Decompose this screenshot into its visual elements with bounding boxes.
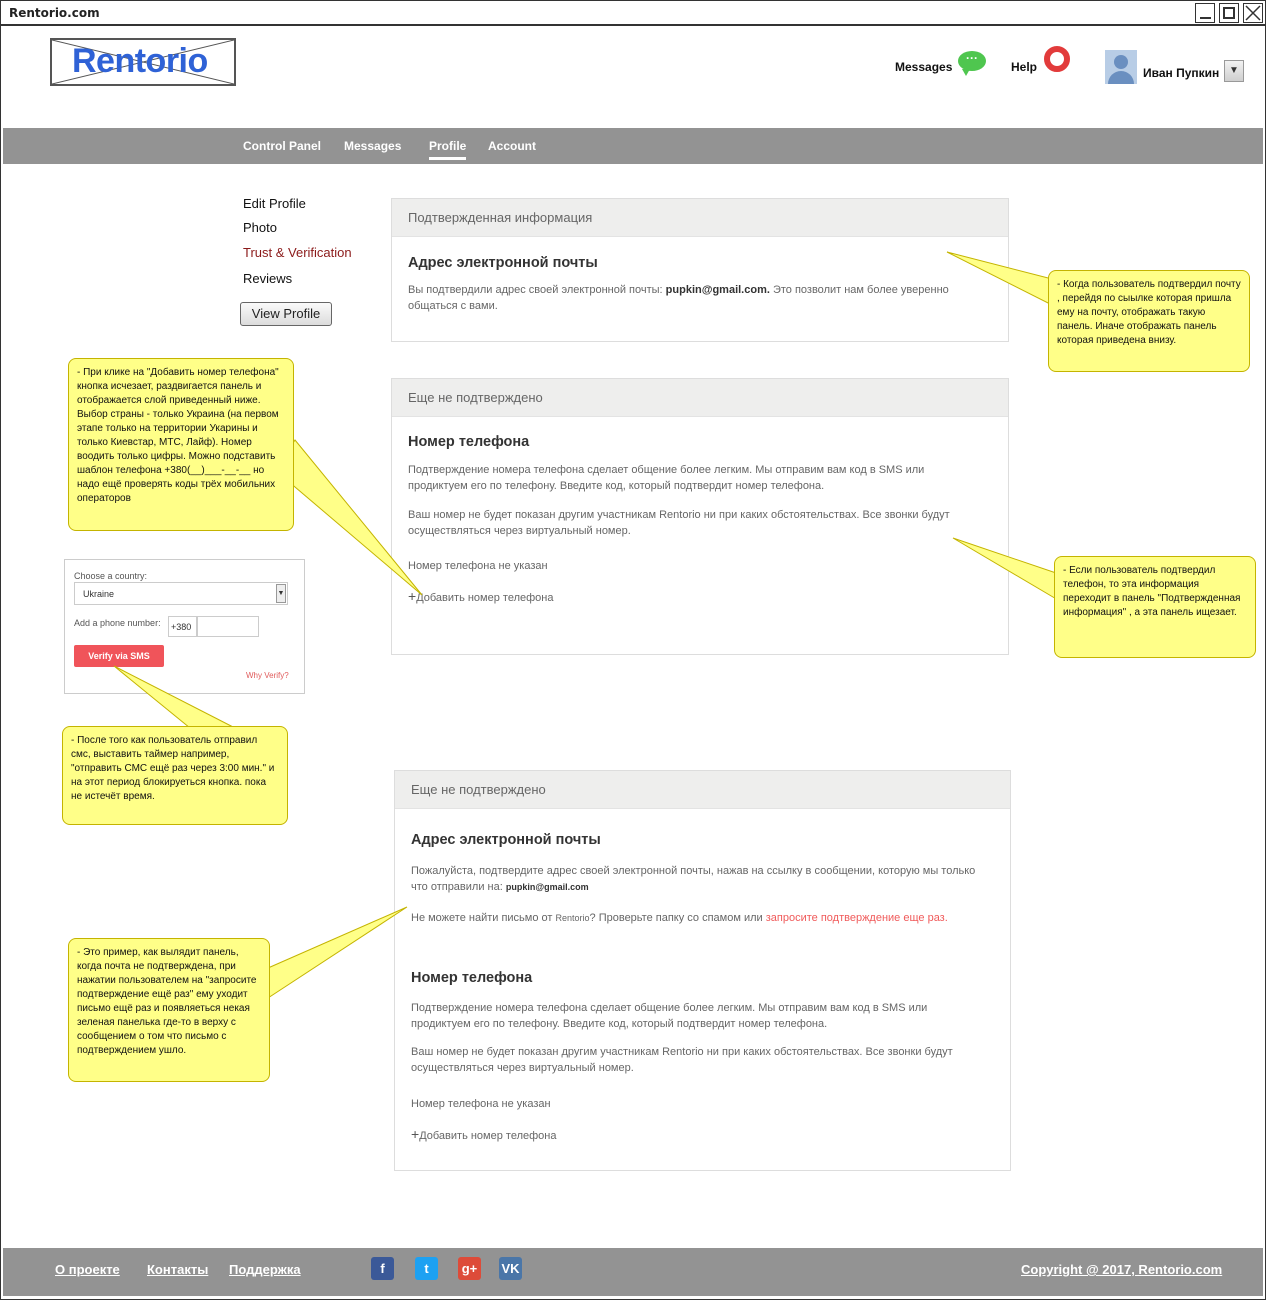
resend-confirmation-link[interactable]: запросите подтверждение еще раз. [766, 912, 948, 924]
phone-text-1: Подтверждение номера телефона сделает об… [408, 464, 925, 492]
phone-title: Номер телефона [408, 434, 530, 450]
country-value: Ukraine [83, 589, 115, 599]
example-email-text: Пожалуйста, подтвердите адрес своей элек… [411, 863, 981, 895]
verify-phone-widget: Choose a country: Ukraine ▼ Add a phone … [64, 559, 305, 694]
verified-email-text: Вы подтвердили адрес своей электронной п… [408, 282, 968, 314]
window-titlebar: Rentorio.com [0, 0, 1266, 26]
main-nav: Control Panel Messages Profile Account [3, 128, 1263, 164]
user-menu-dropdown[interactable]: ▼ [1224, 60, 1244, 82]
callout-add-phone-note: - При клике на "Добавить номер телефона"… [68, 358, 294, 531]
google-plus-icon[interactable]: g+ [458, 1257, 481, 1280]
footer-about-link[interactable]: О проекте [55, 1262, 120, 1277]
nav-active-indicator [429, 157, 466, 160]
vk-icon[interactable]: VK [499, 1257, 522, 1280]
window-title: Rentorio.com [9, 6, 100, 20]
sidebar-item-reviews[interactable]: Reviews [243, 271, 292, 286]
footer-copyright: Copyright @ 2017, Rentorio.com [1021, 1262, 1223, 1277]
verified-email-text-before: Вы подтвердили адрес своей электронной п… [408, 284, 666, 296]
phone-number-input[interactable] [197, 616, 259, 637]
example-panel-header: Еще не подтверждено [395, 771, 1010, 809]
avatar[interactable] [1105, 50, 1137, 84]
phone-prefix: +380 [168, 616, 197, 637]
nav-messages[interactable]: Messages [344, 139, 401, 153]
chevron-down-icon: ▼ [276, 584, 286, 603]
verified-panel-header: Подтвержденная информация [392, 199, 1008, 237]
header-help-link[interactable]: Help [1011, 60, 1037, 74]
logo-text: Rentorio [72, 42, 208, 80]
example-phone-text-1: Подтверждение номера телефона сделает об… [411, 1002, 928, 1030]
phone-status: Номер телефона не указан [408, 560, 548, 572]
plus-icon: + [408, 588, 417, 604]
add-phone-link[interactable]: +Добавить номер телефона [408, 588, 553, 606]
phone-text-2: Ваш номер не будет показан другим участн… [408, 509, 950, 537]
twitter-icon[interactable]: t [415, 1257, 438, 1280]
user-name[interactable]: Иван Пупкин [1143, 66, 1219, 80]
footer-contacts-link[interactable]: Контакты [147, 1262, 208, 1277]
example-cant-find-brand: Rentorio [555, 913, 590, 923]
verify-via-sms-button[interactable]: Verify via SMS [74, 645, 164, 667]
example-cant-find-text: Не можете найти письмо от Rentorio? Пров… [411, 910, 1001, 926]
unverified-panel: Еще не подтверждено Номер телефона Подтв… [391, 378, 1009, 655]
maximize-button[interactable] [1219, 3, 1239, 23]
phone-number-label: Add a phone number: [74, 618, 161, 628]
callout-sms-timer-note: - После того как пользователь отправил с… [62, 726, 288, 825]
callout-phone-verified-note: - Если пользователь подтвердил телефон, … [1054, 556, 1256, 658]
sidebar-item-trust-verification[interactable]: Trust & Verification [243, 245, 352, 260]
footer-support-link[interactable]: Поддержка [229, 1262, 301, 1277]
example-cant-find-after: ? Проверьте папку со спамом или [589, 912, 766, 924]
add-phone-label: Добавить номер телефона [416, 592, 554, 604]
logo[interactable]: Rentorio [50, 38, 236, 86]
country-label: Choose a country: [74, 571, 148, 581]
verified-email-address: pupkin@gmail.com. [665, 284, 770, 296]
unverified-panel-header: Еще не подтверждено [392, 379, 1008, 417]
nav-profile[interactable]: Profile [429, 139, 466, 153]
example-phone-text-2: Ваш номер не будет показан другим участн… [411, 1046, 953, 1074]
example-phone-title: Номер телефона [411, 970, 533, 986]
country-select[interactable]: Ukraine ▼ [74, 582, 288, 605]
sidebar-item-photo[interactable]: Photo [243, 220, 277, 235]
nav-control-panel[interactable]: Control Panel [243, 139, 321, 153]
example-add-phone-link[interactable]: +Добавить номер телефона [411, 1126, 556, 1144]
close-icon [1245, 5, 1261, 21]
sidebar-item-edit-profile[interactable]: Edit Profile [243, 196, 306, 211]
facebook-icon[interactable]: f [371, 1257, 394, 1280]
example-email-title: Адрес электронной почты [411, 832, 601, 848]
example-email-text-body: Пожалуйста, подтвердите адрес своей элек… [411, 865, 976, 893]
verified-panel: Подтвержденная информация Адрес электрон… [391, 198, 1009, 342]
plus-icon: + [411, 1126, 420, 1142]
verified-email-title: Адрес электронной почты [408, 255, 598, 271]
example-email-address: pupkin@gmail.com [505, 882, 589, 892]
speech-bubble-icon[interactable]: ··· [958, 51, 986, 76]
nav-account[interactable]: Account [488, 139, 536, 153]
avatar-head [1114, 55, 1128, 69]
chevron-down-icon: ▼ [1229, 65, 1239, 76]
view-profile-button[interactable]: View Profile [240, 302, 332, 326]
minimize-button[interactable] [1195, 3, 1215, 23]
callout-email-verified-note: - Когда пользователь подтвердил почту , … [1048, 270, 1250, 372]
close-button[interactable] [1243, 3, 1263, 23]
avatar-body [1108, 71, 1134, 84]
header-messages-link[interactable]: Messages [895, 60, 952, 74]
example-phone-status: Номер телефона не указан [411, 1098, 551, 1110]
example-cant-find-before: Не можете найти письмо от [411, 912, 556, 924]
example-add-phone-label: Добавить номер телефона [419, 1130, 557, 1142]
why-verify-link[interactable]: Why Verify? [246, 671, 289, 680]
callout-email-unverified-note: - Это пример, как вылядит панель, когда … [68, 938, 270, 1082]
footer: О проекте Контакты Поддержка f t g+ VK C… [3, 1248, 1263, 1296]
lifebuoy-icon[interactable] [1044, 46, 1070, 72]
example-unverified-panel: Еще не подтверждено Адрес электронной по… [394, 770, 1011, 1171]
